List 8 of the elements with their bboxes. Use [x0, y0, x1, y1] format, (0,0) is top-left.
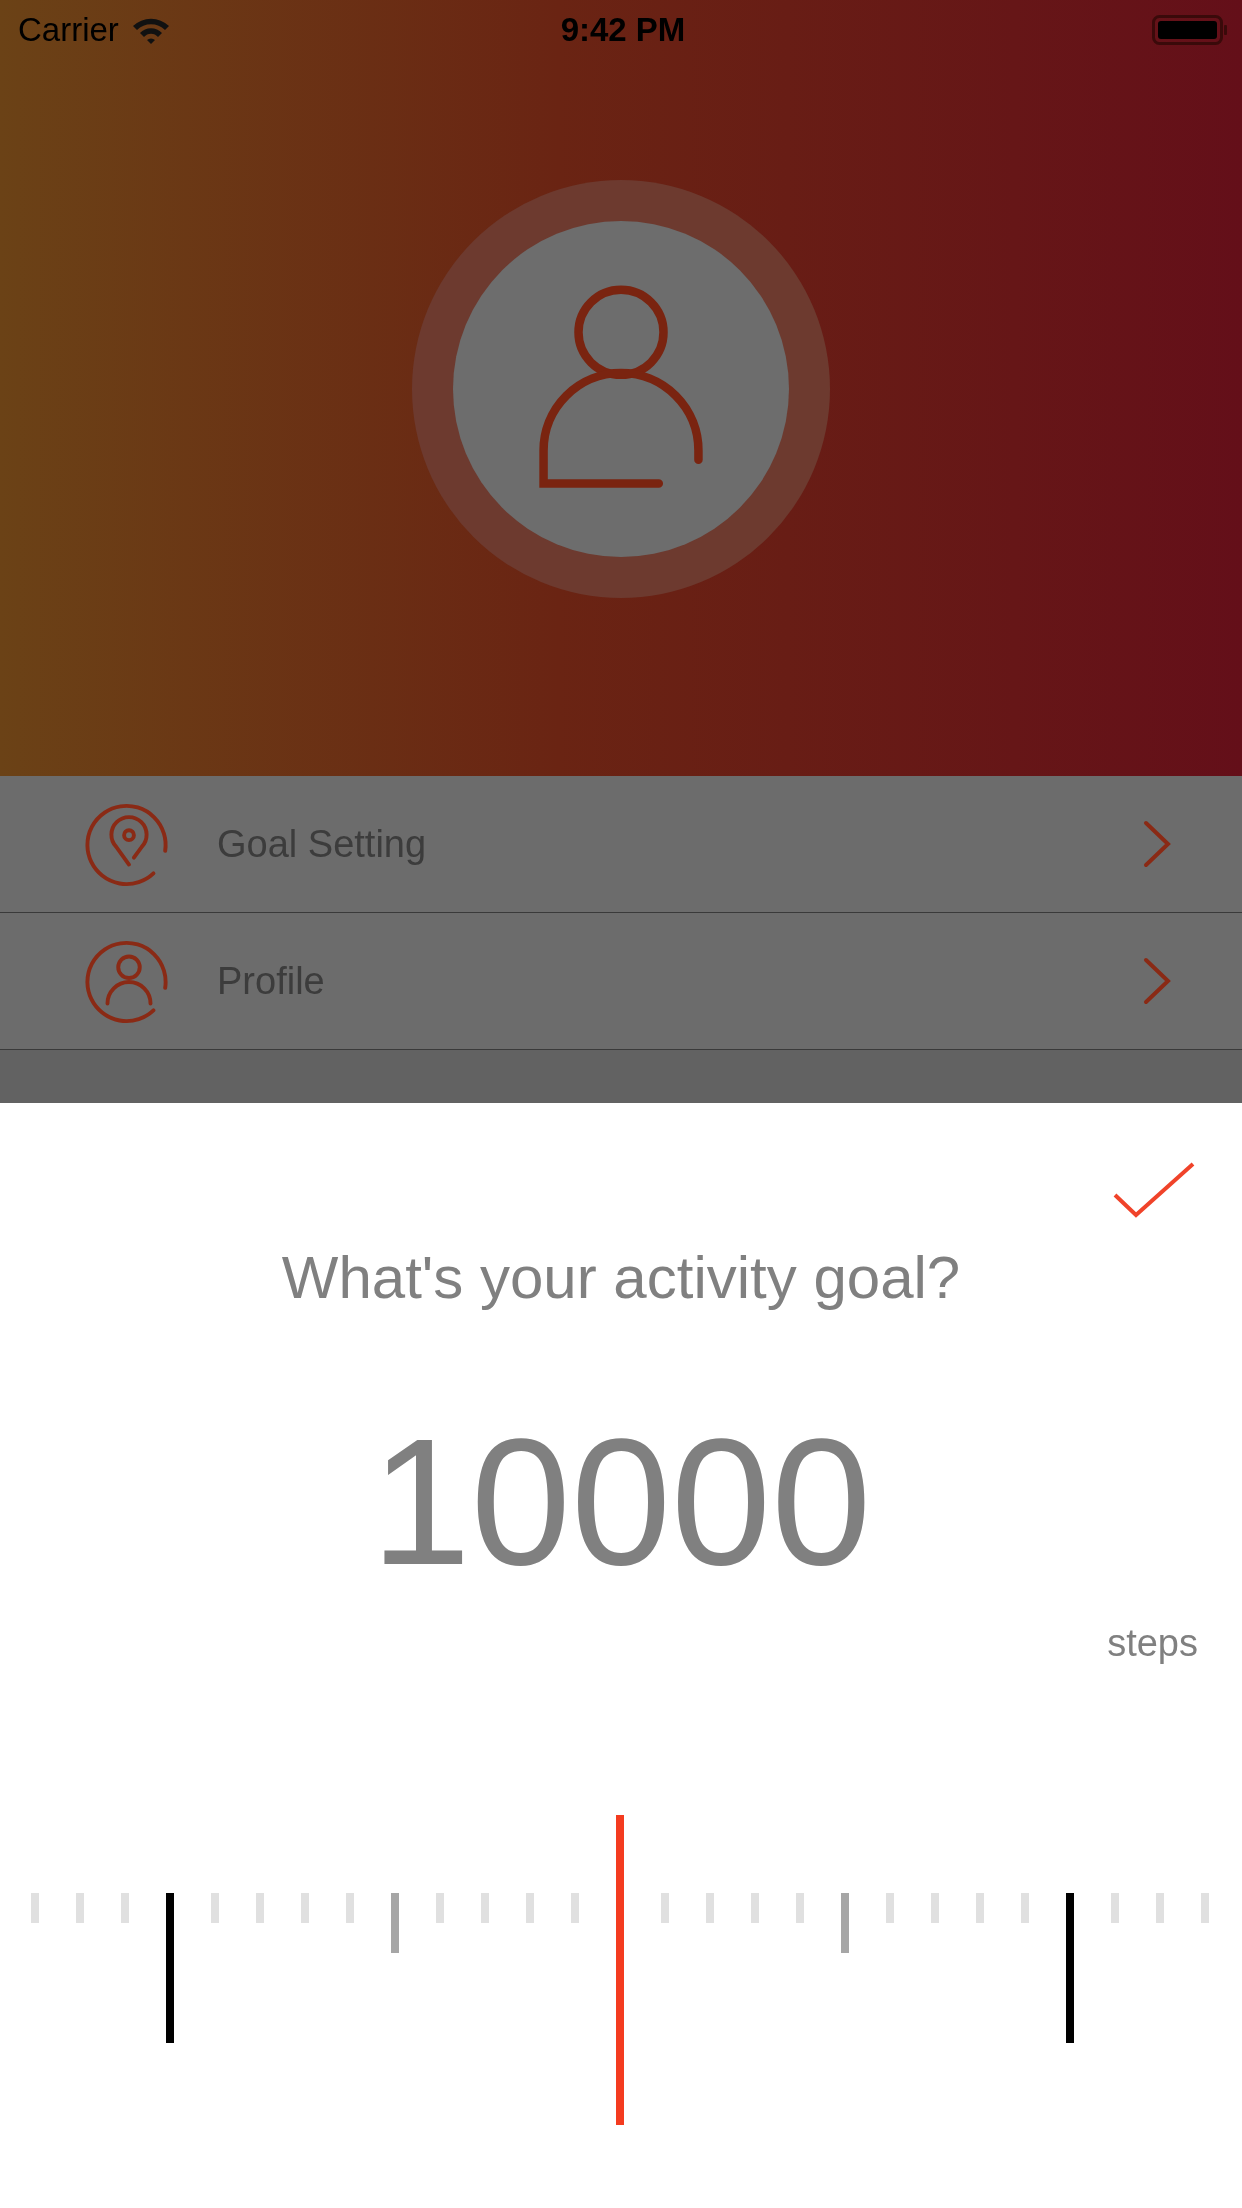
battery-icon	[1152, 15, 1228, 45]
status-time: 9:42 PM	[560, 11, 686, 49]
goal-value: 10000	[369, 1412, 873, 1592]
carrier-name: Carrier	[18, 11, 119, 49]
unit-label: steps	[1107, 1622, 1198, 1665]
chevron-right-icon	[1142, 819, 1172, 869]
sheet-title: What's your activity goal?	[280, 1243, 962, 1312]
chevron-right-icon	[1142, 956, 1172, 1006]
